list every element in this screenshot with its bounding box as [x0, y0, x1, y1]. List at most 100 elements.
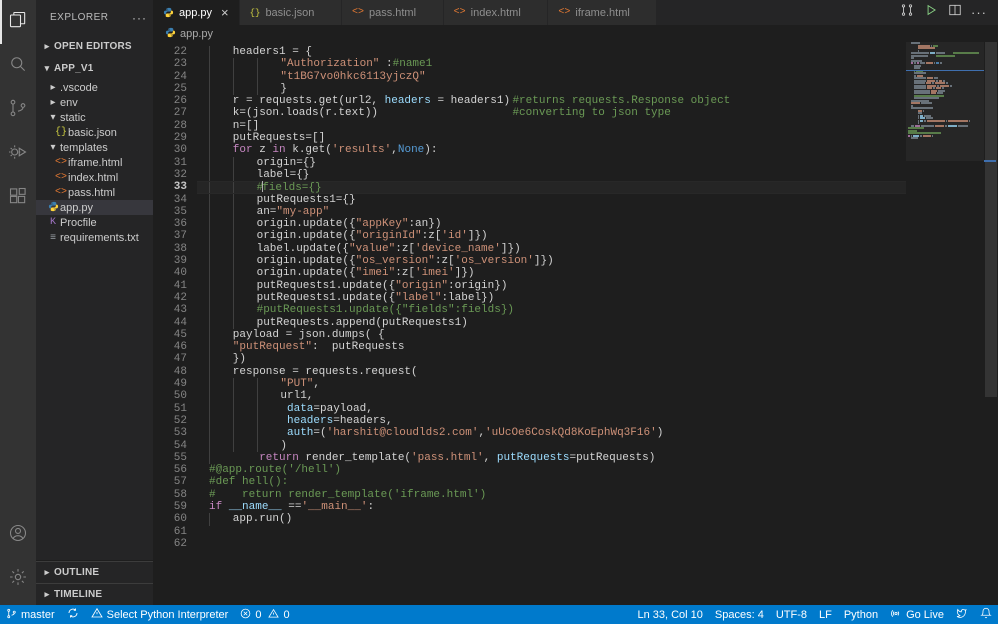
code-line[interactable]: an="my-app"	[197, 206, 906, 218]
problems-status[interactable]: 0 0	[234, 605, 295, 624]
code-editor[interactable]: 2223242526272829303132333435363738394041…	[153, 42, 998, 605]
code-line[interactable]: origin.update({"originId":z['id']})	[197, 230, 906, 242]
code-line[interactable]: label.update({"value":z['device_name']})	[197, 243, 906, 255]
code-line[interactable]: origin.update({"os_version":z['os_versio…	[197, 255, 906, 267]
branch-status[interactable]: master	[0, 605, 61, 624]
code-line[interactable]: putRequests1.update({"origin":origin})	[197, 280, 906, 292]
code-line[interactable]: headers=headers,	[197, 415, 906, 427]
code-line[interactable]: putRequests1.update({"label":label})	[197, 292, 906, 304]
code-line[interactable]: )	[197, 440, 906, 452]
code-line[interactable]: payload = json.dumps( {	[197, 329, 906, 341]
code-line[interactable]: if __name__ =='__main__':	[197, 501, 906, 513]
activity-bar-item-extensions[interactable]	[0, 176, 36, 220]
code-line[interactable]: })	[197, 353, 906, 365]
activity-bar-item-accounts[interactable]	[0, 513, 36, 557]
code-line[interactable]: putRequests.append(putRequests1)	[197, 317, 906, 329]
activity-bar-item-run-debug[interactable]	[0, 132, 36, 176]
code-line[interactable]: origin.update({"imei":z['imei']})	[197, 267, 906, 279]
code-token: )	[280, 440, 287, 452]
code-line[interactable]: "putRequest": putRequests	[197, 341, 906, 353]
code-line[interactable]: #def hell():	[197, 476, 906, 488]
run-python-button[interactable]	[920, 2, 942, 24]
code-line[interactable]: label={}	[197, 169, 906, 181]
python-interpreter-status[interactable]: Select Python Interpreter	[85, 605, 235, 624]
editor-tab-index-html[interactable]: <>index.html×	[444, 0, 549, 25]
editor-tab-app-py[interactable]: app.py×	[153, 0, 240, 25]
section-outline[interactable]: ▸ OUTLINE	[36, 561, 153, 583]
code-line[interactable]	[197, 538, 906, 550]
code-token: ,	[313, 378, 320, 390]
tree-item--vscode[interactable]: ▸.vscode	[36, 80, 153, 95]
section-timeline[interactable]: ▸ TIMELINE	[36, 583, 153, 605]
tree-item-requirements-txt[interactable]: ≡requirements.txt	[36, 230, 153, 245]
go-live-status[interactable]: Go Live	[884, 605, 950, 624]
sync-icon	[67, 607, 79, 622]
tree-item-static[interactable]: ▾static	[36, 110, 153, 125]
tree-item-templates[interactable]: ▾templates	[36, 140, 153, 155]
tree-item-iframe-html[interactable]: <>iframe.html	[36, 155, 153, 170]
code-line[interactable]: putRequests=[]	[197, 132, 906, 144]
code-line[interactable]: #fields={}	[197, 181, 906, 193]
encoding-status[interactable]: UTF-8	[770, 605, 813, 624]
code-line[interactable]: origin={}	[197, 157, 906, 169]
code-line[interactable]: data=payload,	[197, 403, 906, 415]
code-line[interactable]: k=(json.loads(r.text))#converting to jso…	[197, 107, 906, 119]
activity-bar-item-source-control[interactable]	[0, 88, 36, 132]
code-content[interactable]: headers1 = {"Authorization" :#name1"t1BG…	[197, 42, 906, 605]
tree-item-procfile[interactable]: KProcfile	[36, 215, 153, 230]
section-open-editors[interactable]: ▸ OPEN EDITORS	[36, 35, 153, 57]
indentation-status[interactable]: Spaces: 4	[709, 605, 770, 624]
code-line[interactable]: url1,	[197, 390, 906, 402]
overview-ruler[interactable]	[984, 42, 998, 605]
section-timeline-label: TIMELINE	[54, 589, 102, 600]
close-icon[interactable]: ×	[221, 6, 229, 19]
editor-tab-basic-json[interactable]: {}basic.json×	[240, 0, 342, 25]
code-line[interactable]: response = requests.request(	[197, 366, 906, 378]
tweet-feedback-status[interactable]	[950, 605, 974, 624]
code-line[interactable]: for z in k.get('results',None):	[197, 144, 906, 156]
code-line[interactable]: app.run()	[197, 513, 906, 525]
tree-item-basic-json[interactable]: {}basic.json	[36, 125, 153, 140]
eol-status[interactable]: LF	[813, 605, 838, 624]
code-line[interactable]: putRequests1={}	[197, 194, 906, 206]
code-line[interactable]: #putRequests1.update({"fields":fields})	[197, 304, 906, 316]
code-token: })	[233, 353, 246, 365]
editor-scrollbar-thumb[interactable]	[985, 42, 997, 397]
code-line[interactable]: # return render_template('iframe.html')	[197, 489, 906, 501]
minimap[interactable]	[906, 42, 984, 605]
code-line[interactable]	[197, 526, 906, 538]
code-line[interactable]: }	[197, 83, 906, 95]
tree-item-pass-html[interactable]: <>pass.html	[36, 185, 153, 200]
tree-item-index-html[interactable]: <>index.html	[36, 170, 153, 185]
code-line[interactable]: "PUT",	[197, 378, 906, 390]
editor-tab-pass-html[interactable]: <>pass.html×	[342, 0, 444, 25]
code-line[interactable]: r = requests.get(url2, headers = headers…	[197, 95, 906, 107]
notifications-status[interactable]	[974, 605, 998, 624]
open-changes-button[interactable]	[896, 2, 918, 24]
editor-tab-iframe-html[interactable]: <>iframe.html×	[548, 0, 657, 25]
code-line[interactable]: auth=('harshit@cloudlds2.com','uUcOe6Cos…	[197, 427, 906, 439]
cursor-position-status[interactable]: Ln 33, Col 10	[631, 605, 708, 624]
code-line[interactable]: headers1 = {	[197, 46, 906, 58]
breadcrumb-file-label[interactable]: app.py	[180, 28, 213, 40]
section-project-root[interactable]: ▾ APP_V1	[36, 57, 153, 79]
activity-bar-item-search[interactable]	[0, 44, 36, 88]
code-token: : putRequests	[312, 341, 404, 353]
code-line[interactable]: #@app.route('/hell')	[197, 464, 906, 476]
python-interpreter-label: Select Python Interpreter	[107, 609, 229, 621]
code-line[interactable]: origin.update({"appKey":an})	[197, 218, 906, 230]
tree-item-app-py[interactable]: app.py	[36, 200, 153, 215]
sidebar-more-actions-button[interactable]: ···	[132, 14, 147, 22]
language-mode-status[interactable]: Python	[838, 605, 884, 624]
code-line[interactable]: n=[]	[197, 120, 906, 132]
tree-item-env[interactable]: ▸env	[36, 95, 153, 110]
more-actions-button[interactable]: ···	[968, 2, 990, 24]
activity-bar-item-manage[interactable]	[0, 557, 36, 601]
sync-status[interactable]	[61, 605, 85, 624]
extensions-icon	[8, 186, 28, 211]
code-line[interactable]: "Authorization" :#name1	[197, 58, 906, 70]
split-editor-button[interactable]	[944, 2, 966, 24]
code-line[interactable]: "t1BG7vo0hkc6113yjczQ"	[197, 71, 906, 83]
activity-bar-item-explorer[interactable]	[0, 0, 36, 44]
code-line[interactable]: return render_template('pass.html', putR…	[197, 452, 906, 464]
